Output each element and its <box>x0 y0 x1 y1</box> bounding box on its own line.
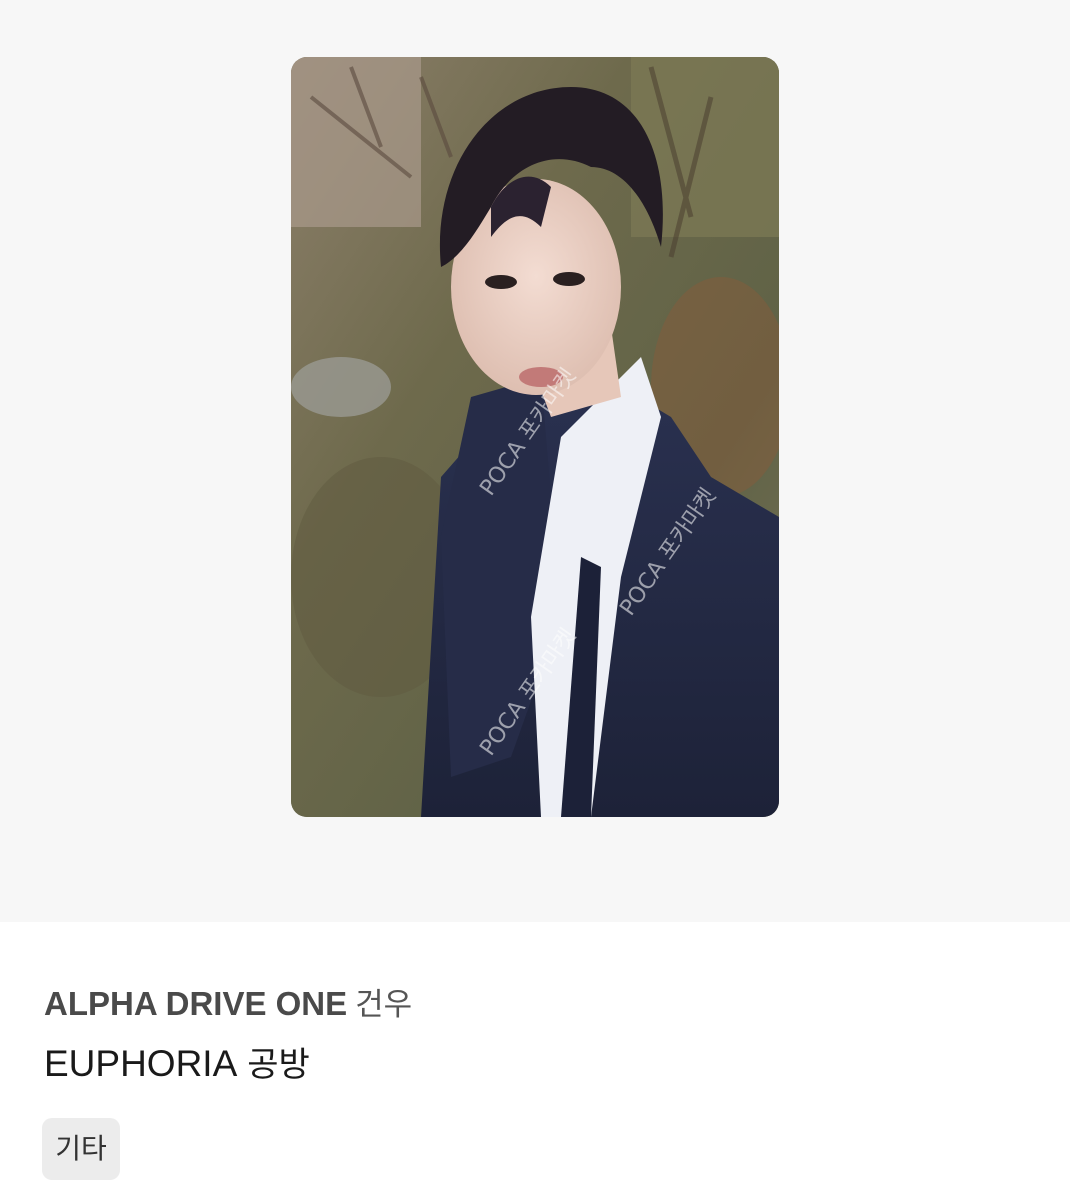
product-title: ALPHA DRIVE ONE 건우 <box>44 984 412 1025</box>
album-type: 공방 <box>247 1045 310 1085</box>
photocard-image[interactable]: POCA 포카마켓 POCA 포카마켓 POCA 포카마켓 <box>291 57 779 817</box>
album-title: EUPHORIA 공방 <box>44 1042 310 1087</box>
product-info: ALPHA DRIVE ONE 건우 EUPHORIA 공방 기타 <box>0 922 1070 1200</box>
group-name: ALPHA DRIVE ONE <box>44 985 348 1022</box>
category-tag[interactable]: 기타 <box>42 1118 120 1180</box>
product-image-area: POCA 포카마켓 POCA 포카마켓 POCA 포카마켓 <box>0 0 1070 922</box>
member-name: 건우 <box>355 987 413 1023</box>
album-name: EUPHORIA <box>44 1043 238 1084</box>
